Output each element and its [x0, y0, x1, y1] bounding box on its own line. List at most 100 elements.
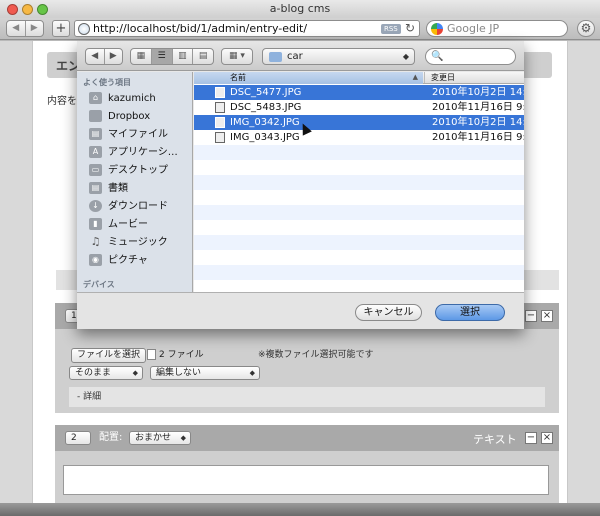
path-popup[interactable]: car ◆ — [262, 48, 415, 65]
new-tab-button[interactable]: + — [52, 20, 70, 37]
pictures-icon: ◉ — [89, 254, 102, 266]
dialog-back-button[interactable]: ◀ — [86, 49, 105, 64]
empty-row — [194, 160, 524, 175]
sidebar-item-applications[interactable]: A アプリケーシ… — [89, 144, 178, 162]
dialog-sidebar: よく使う項目 ⌂ kazumich Dropbox ▤ マイファイル A アプリケーシ… — [77, 72, 193, 292]
sidebar-item-my-files[interactable]: ▤ マイファイル — [89, 126, 168, 144]
sidebar-item-documents[interactable]: ▤ 書類 — [89, 180, 128, 198]
dialog-toolbar: ◀ ▶ ▦ ☰ ▥ ▤ ▦ ▾ car ◆ 🔍 — [77, 41, 524, 71]
current-folder: car — [287, 51, 303, 62]
unit-close-button[interactable]: × — [541, 310, 553, 322]
unit-type-title: テキスト — [473, 433, 517, 446]
home-icon: ⌂ — [89, 92, 102, 104]
empty-row — [194, 250, 524, 265]
window-bottom-bar — [0, 503, 600, 516]
multi-file-note: ※複数ファイル選択可能です — [258, 350, 374, 360]
window-title: a-blog cms — [269, 2, 331, 15]
window-titlebar: a-blog cms — [0, 0, 600, 18]
empty-row — [194, 175, 524, 190]
cancel-button[interactable]: キャンセル — [355, 304, 422, 321]
size-select[interactable]: そのまま ◆ — [69, 366, 143, 380]
file-list: 名前 ▲ 変更日 DSC_5477.JPG 2010年10月2日 14:2 DSC_… — [194, 72, 524, 292]
rss-badge[interactable]: RSS — [381, 24, 401, 34]
file-icon — [147, 349, 156, 360]
sidebar-item-movies[interactable]: ▮ ムービー — [89, 216, 148, 234]
column-view-icon[interactable]: ▥ — [173, 49, 194, 64]
dialog-search-field[interactable]: 🔍 — [425, 48, 516, 65]
applications-icon: A — [89, 146, 102, 158]
updown-arrow-icon: ◆ — [402, 52, 409, 61]
documents-icon: ▤ — [89, 182, 102, 194]
sidebar-item-pictures[interactable]: ◉ ピクチャ — [89, 252, 148, 270]
dialog-forward-button[interactable]: ▶ — [105, 49, 123, 64]
edit-select[interactable]: 編集しない ◆ — [150, 366, 260, 380]
unit-minimize-button[interactable]: − — [525, 432, 537, 444]
forward-button[interactable]: ▶ — [26, 21, 44, 36]
movies-icon: ▮ — [89, 218, 102, 230]
unit-minimize-button[interactable]: − — [525, 310, 537, 322]
image-file-icon — [215, 117, 225, 128]
name-column-header[interactable]: 名前 ▲ — [194, 72, 423, 84]
minimize-window-button[interactable] — [22, 4, 33, 15]
text-unit-header: 2 配置: おまかせ ◆ テキスト − × — [55, 425, 559, 451]
music-icon: ♫ — [90, 235, 101, 248]
date-column-header[interactable]: 変更日 — [424, 72, 455, 83]
folder-icon — [269, 52, 282, 62]
image-file-icon — [215, 102, 225, 113]
unit-close-button[interactable]: × — [541, 432, 553, 444]
sidebar-item-dropbox[interactable]: Dropbox — [89, 108, 150, 126]
desktop-icon: ▭ — [89, 164, 102, 176]
file-open-dialog: ◀ ▶ ▦ ☰ ▥ ▤ ▦ ▾ car ◆ 🔍 よく使う項目 ⌂ kazumich… — [77, 41, 524, 329]
sidebar-item-desktop[interactable]: ▭ デスクトップ — [89, 162, 168, 180]
sidebar-item-music[interactable]: ♫ ミュージック — [89, 234, 168, 252]
downloads-icon: ↓ — [89, 200, 102, 212]
align-select[interactable]: おまかせ ◆ — [129, 431, 191, 445]
empty-row — [194, 220, 524, 235]
coverflow-view-icon[interactable]: ▤ — [193, 49, 213, 64]
zoom-window-button[interactable] — [37, 4, 48, 15]
search-icon: 🔍 — [431, 51, 444, 62]
choose-file-button[interactable]: ファイルを選択 — [71, 348, 147, 363]
devices-heading: デバイス — [83, 280, 115, 289]
intro-text: 内容を — [47, 96, 77, 107]
sidebar-item-home[interactable]: ⌂ kazumich — [89, 90, 156, 108]
address-bar[interactable]: http://localhost/bid/1/admin/entry-edit/… — [74, 20, 420, 37]
sort-ascending-icon: ▲ — [412, 73, 418, 81]
empty-row — [194, 205, 524, 220]
back-button[interactable]: ◀ — [7, 21, 26, 36]
file-list-header: 名前 ▲ 変更日 — [194, 72, 524, 84]
file-row[interactable]: IMG_0343.JPG 2010年11月16日 9:5 — [194, 130, 524, 145]
files-icon: ▤ — [89, 128, 102, 140]
unit-order-select[interactable]: 2 — [65, 431, 91, 445]
icon-view-icon[interactable]: ▦ — [131, 49, 152, 64]
google-icon — [431, 23, 443, 35]
empty-row — [194, 190, 524, 205]
sidebar-item-downloads[interactable]: ↓ ダウンロード — [89, 198, 168, 216]
select-button[interactable]: 選択 — [435, 304, 505, 321]
close-window-button[interactable] — [7, 4, 18, 15]
file-row[interactable]: IMG_0342.JPG 2010年10月2日 14:2 — [194, 115, 524, 130]
url-text[interactable]: http://localhost/bid/1/admin/entry-edit/ — [93, 21, 307, 36]
empty-row — [194, 145, 524, 160]
search-placeholder: Google JP — [447, 22, 500, 35]
list-view-icon[interactable]: ☰ — [151, 49, 173, 64]
settings-icon[interactable]: ⚙ — [577, 20, 595, 37]
dialog-history-buttons: ◀ ▶ — [85, 48, 123, 65]
file-row[interactable]: DSC_5477.JPG 2010年10月2日 14:2 — [194, 85, 524, 100]
file-row[interactable]: DSC_5483.JPG 2010年11月16日 9:5 — [194, 100, 524, 115]
grid-icon: ▦ ▾ — [229, 51, 245, 61]
image-file-icon — [215, 132, 225, 143]
align-label: 配置: — [99, 432, 123, 443]
google-search-field[interactable]: Google JP — [426, 20, 568, 37]
empty-row — [194, 280, 524, 292]
browser-toolbar: ◀ ▶ + http://localhost/bid/1/admin/entry… — [0, 18, 600, 40]
detail-toggle[interactable]: - 詳細 — [69, 387, 545, 407]
file-count: 2 ファイル — [159, 350, 204, 360]
text-area[interactable] — [63, 465, 549, 495]
empty-row — [194, 265, 524, 280]
globe-icon — [78, 23, 90, 35]
reload-icon[interactable]: ↻ — [405, 21, 415, 36]
arrange-menu-button[interactable]: ▦ ▾ — [221, 48, 253, 65]
history-buttons: ◀ ▶ — [6, 20, 44, 37]
dialog-footer: キャンセル 選択 — [77, 292, 524, 329]
